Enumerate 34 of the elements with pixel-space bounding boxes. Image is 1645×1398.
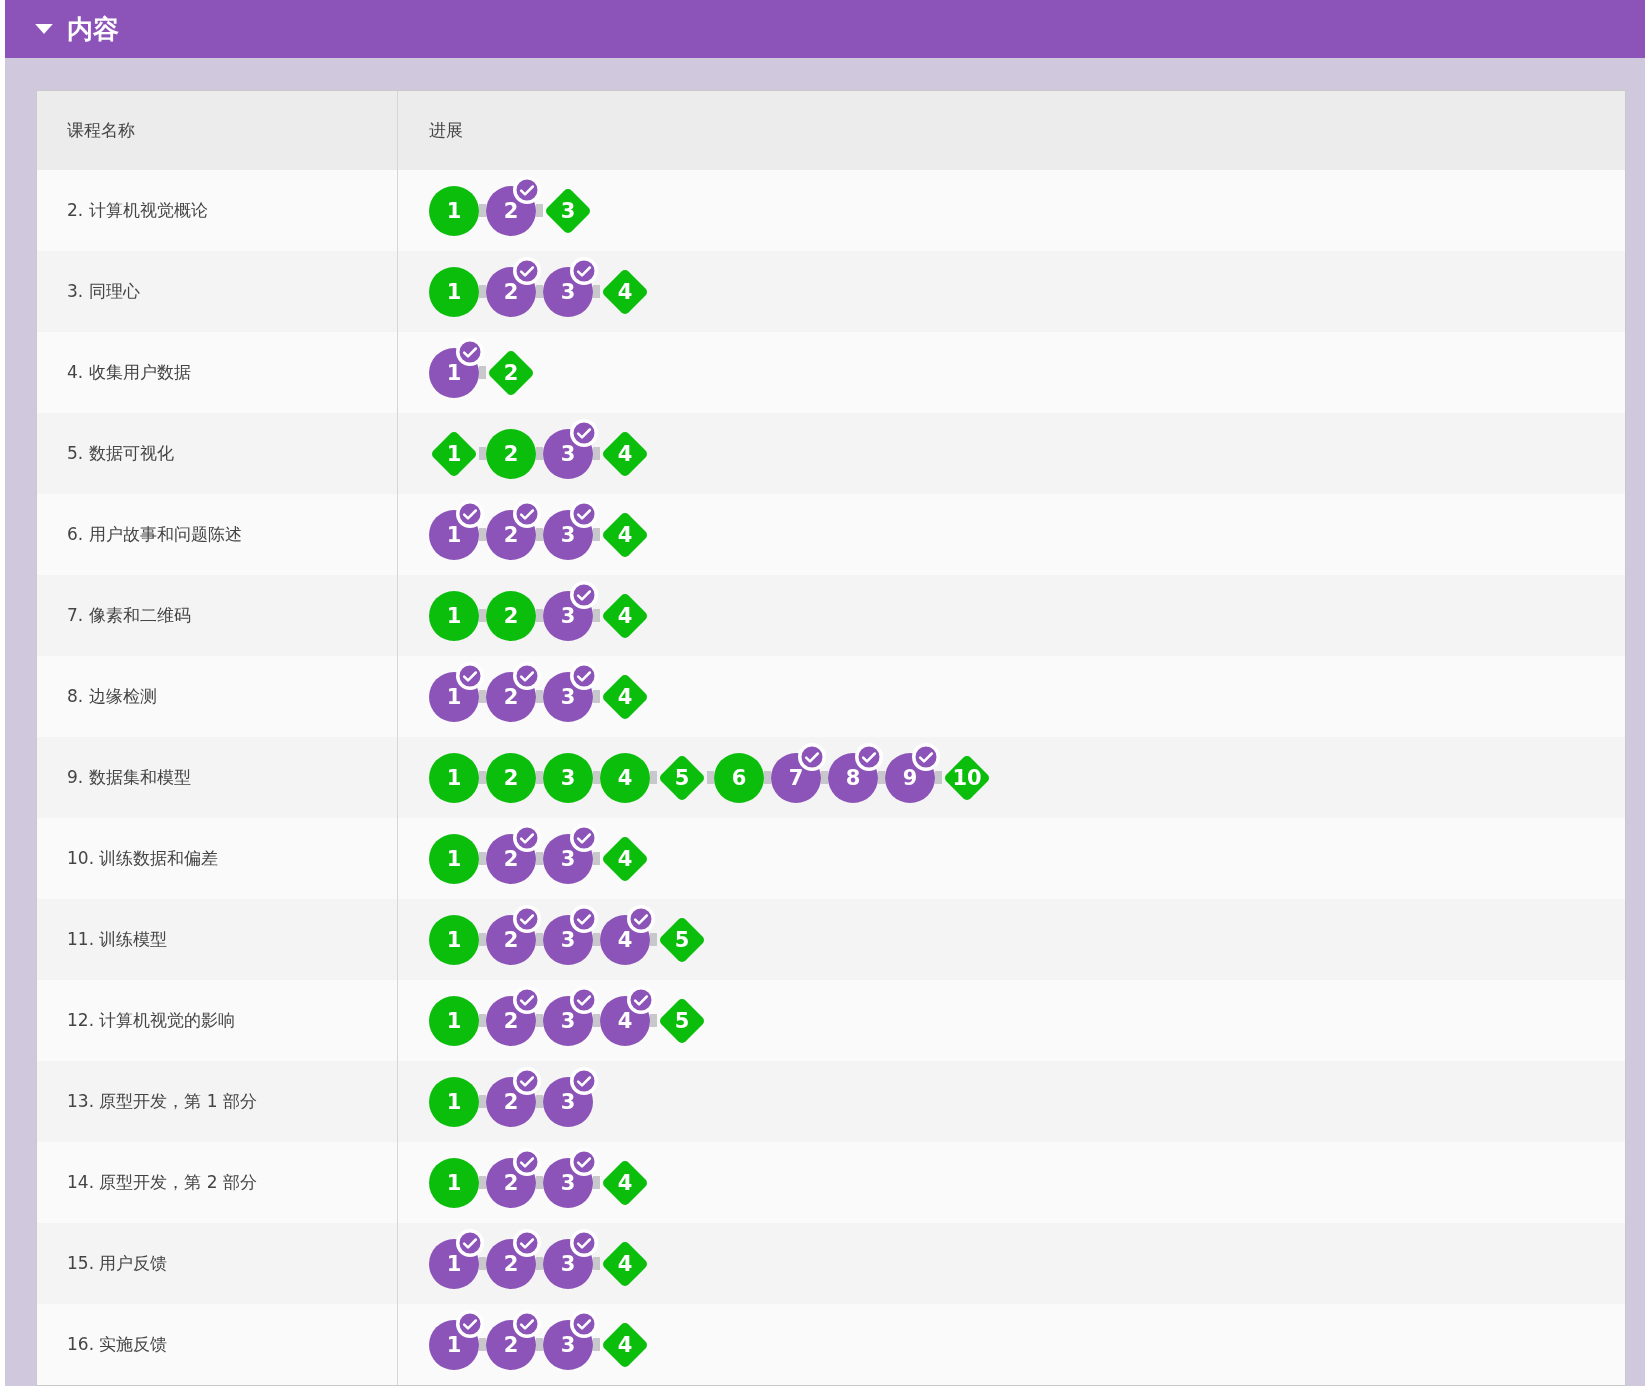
check-icon xyxy=(513,904,541,933)
course-name: 2. 计算机视觉概论 xyxy=(67,199,208,222)
check-icon xyxy=(570,418,598,447)
course-name: 12. 计算机视觉的影响 xyxy=(67,1009,236,1032)
check-icon xyxy=(570,580,598,609)
course-name: 10. 训练数据和偏差 xyxy=(67,847,219,870)
check-icon xyxy=(456,1228,484,1257)
check-icon xyxy=(513,1066,541,1095)
course-name: 11. 训练模型 xyxy=(67,928,168,951)
course-name: 8. 边缘检测 xyxy=(67,685,157,708)
course-name: 7. 像素和二维码 xyxy=(67,604,191,627)
check-icon xyxy=(513,1228,541,1257)
section-title: 内容 xyxy=(67,12,119,46)
course-name: 4. 收集用户数据 xyxy=(67,361,191,384)
course-name: 13. 原型开发，第 1 部分 xyxy=(67,1090,258,1113)
check-icon xyxy=(912,742,940,771)
check-icon xyxy=(798,742,826,771)
check-icon xyxy=(855,742,883,771)
course-name: 3. 同理心 xyxy=(67,280,140,303)
course-name: 9. 数据集和模型 xyxy=(67,766,191,789)
course-name: 16. 实施反馈 xyxy=(67,1333,168,1356)
check-icon xyxy=(570,904,598,933)
check-icon xyxy=(627,904,655,933)
course-name: 14. 原型开发，第 2 部分 xyxy=(67,1171,258,1194)
course-name: 5. 数据可视化 xyxy=(67,442,174,465)
check-icon xyxy=(570,1228,598,1257)
check-icon xyxy=(570,1066,598,1095)
column-header: 进展 xyxy=(429,119,463,142)
course-name: 15. 用户反馈 xyxy=(67,1252,168,1275)
check-icon xyxy=(513,256,541,285)
course-name: 6. 用户故事和问题陈述 xyxy=(67,523,242,546)
column-header: 课程名称 xyxy=(67,119,135,142)
check-icon xyxy=(570,256,598,285)
section-header[interactable]: 内容 xyxy=(5,0,1645,58)
